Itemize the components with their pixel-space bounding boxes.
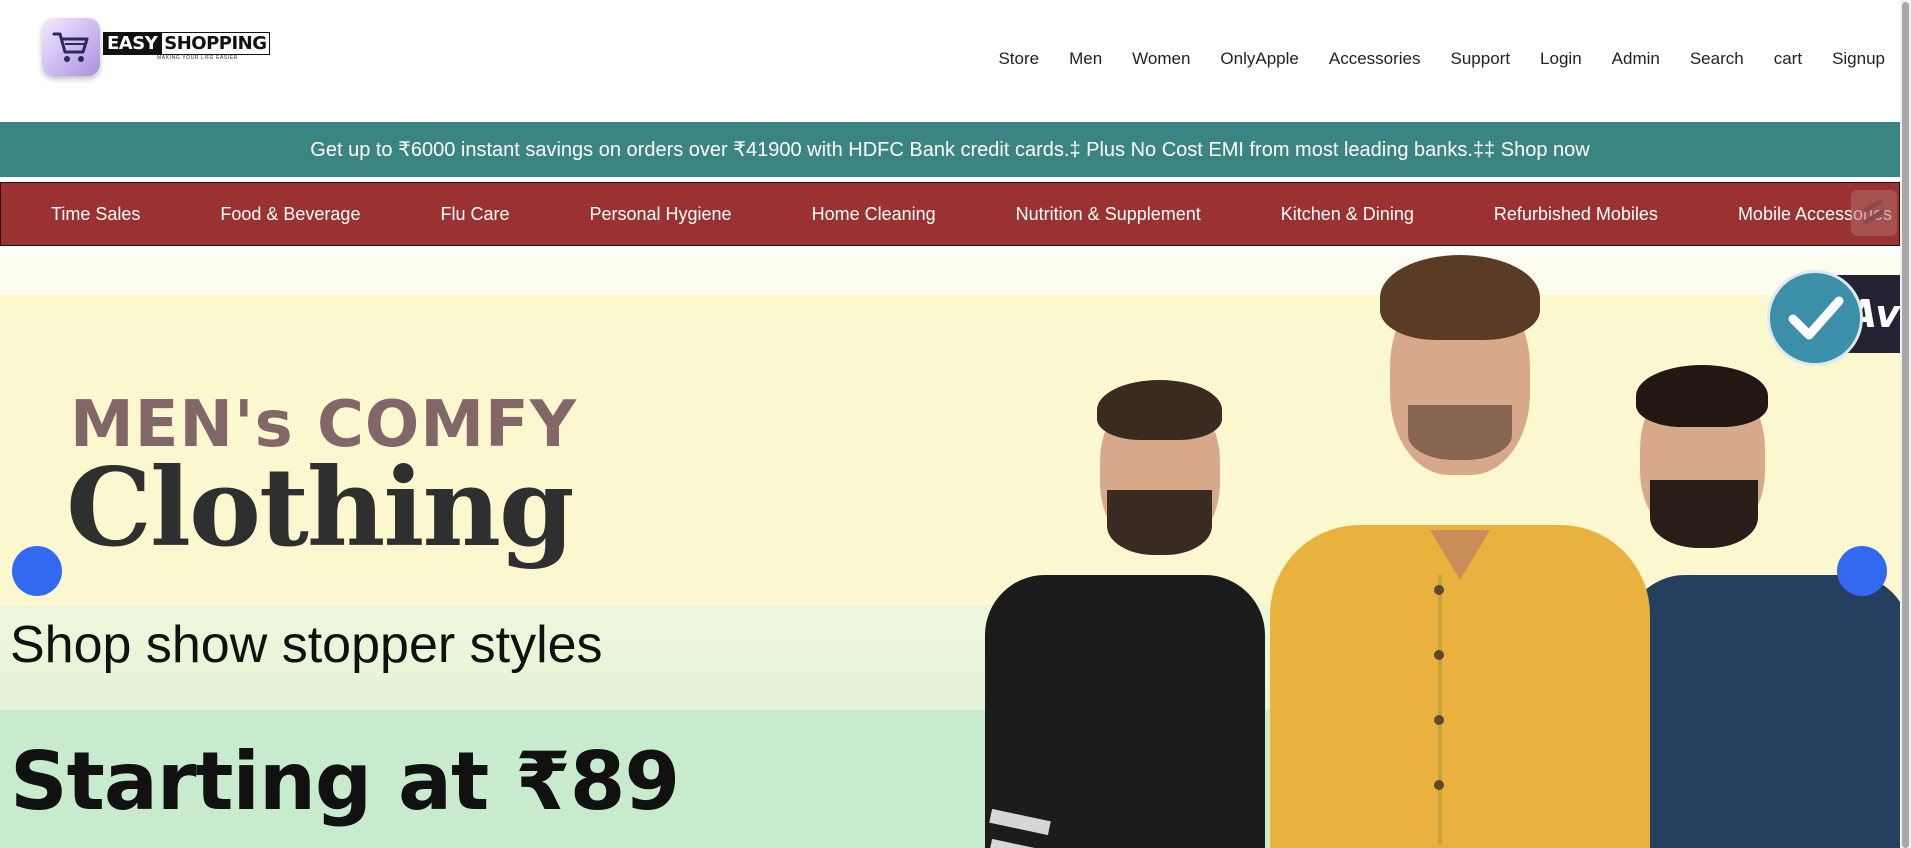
logo-word-easy: EASY	[103, 31, 162, 55]
nav-accessories[interactable]: Accessories	[1329, 49, 1421, 69]
category-nutrition-supplement[interactable]: Nutrition & Supplement	[1016, 204, 1201, 225]
category-food-beverage[interactable]: Food & Beverage	[220, 204, 360, 225]
nav-login[interactable]: Login	[1540, 49, 1582, 69]
category-kitchen-dining[interactable]: Kitchen & Dining	[1281, 204, 1414, 225]
carousel-prev-button[interactable]	[12, 546, 62, 596]
category-bar: Time Sales Food & Beverage Flu Care Pers…	[0, 182, 1900, 246]
category-personal-hygiene[interactable]: Personal Hygiene	[589, 204, 731, 225]
logo-wordmark: EASY SHOPPING MAKING YOUR LIFE EASIER	[103, 31, 270, 61]
scroll-icon	[1863, 199, 1885, 225]
hero-carousel: MEN's COMFY Clothing Shop show stopper s…	[0, 255, 1900, 848]
page-scrollbar[interactable]	[1900, 0, 1911, 848]
nav-store[interactable]: Store	[998, 49, 1039, 69]
category-scroll-button[interactable]	[1851, 190, 1897, 236]
model-right	[1620, 365, 1900, 848]
shopping-cart-icon	[42, 18, 100, 76]
nav-support[interactable]: Support	[1451, 49, 1511, 69]
carousel-next-button[interactable]	[1837, 546, 1887, 596]
nav-men[interactable]: Men	[1069, 49, 1102, 69]
logo-word-shopping: SHOPPING	[161, 31, 270, 55]
category-time-sales[interactable]: Time Sales	[51, 204, 140, 225]
promo-banner[interactable]: Get up to ₹6000 instant savings on order…	[0, 122, 1900, 177]
nav-signup[interactable]: Signup	[1832, 49, 1885, 69]
scrollbar-thumb[interactable]	[1902, 2, 1909, 848]
model-center	[1270, 255, 1650, 848]
model-left	[985, 375, 1265, 848]
category-refurbished-mobiles[interactable]: Refurbished Mobiles	[1494, 204, 1658, 225]
nav-onlyapple[interactable]: OnlyApple	[1220, 49, 1298, 69]
main-nav: Store Men Women OnlyApple Accessories Su…	[968, 49, 1885, 69]
site-logo[interactable]: EASY SHOPPING MAKING YOUR LIFE EASIER	[42, 18, 270, 76]
hero-price: Starting at ₹89	[10, 735, 680, 828]
category-home-cleaning[interactable]: Home Cleaning	[812, 204, 936, 225]
hero-title-line2: Clothing	[66, 445, 574, 571]
nav-women[interactable]: Women	[1132, 49, 1190, 69]
nav-admin[interactable]: Admin	[1612, 49, 1660, 69]
nav-cart[interactable]: cart	[1774, 49, 1802, 69]
check-badge-icon	[1767, 270, 1863, 366]
logo-tagline: MAKING YOUR LIFE EASIER	[157, 54, 238, 61]
category-flu-care[interactable]: Flu Care	[440, 204, 509, 225]
site-header: EASY SHOPPING MAKING YOUR LIFE EASIER Sto…	[0, 0, 1900, 122]
nav-search[interactable]: Search	[1690, 49, 1744, 69]
promo-text: Get up to ₹6000 instant savings on order…	[310, 139, 1590, 161]
hero-subtitle: Shop show stopper styles	[10, 616, 603, 674]
